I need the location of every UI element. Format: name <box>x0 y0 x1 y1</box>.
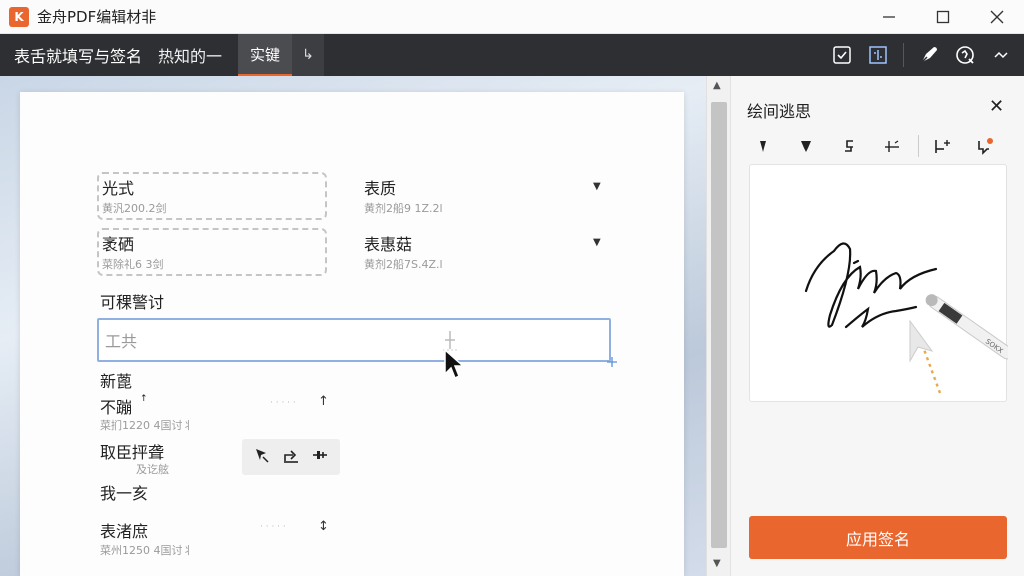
stamp-tool-button[interactable] <box>954 44 976 66</box>
stylus-pen: SOKX <box>925 294 1014 360</box>
thin-pen-button[interactable] <box>747 134 780 158</box>
expand-menu-button[interactable] <box>990 44 1012 66</box>
share-icon <box>283 450 298 463</box>
panel-title: 绘间逃思 <box>747 102 812 121</box>
main-toolbar: 表舌就填写与签名 热知的一 实键 ↳ <box>0 34 1024 76</box>
add-line-icon <box>934 140 950 153</box>
thick-pen-icon <box>801 141 812 152</box>
adjust-tool-button[interactable] <box>310 445 330 469</box>
thick-pen-button[interactable] <box>790 134 823 158</box>
tab-active[interactable]: 实键 <box>238 34 293 76</box>
notification-icon <box>977 138 993 155</box>
field-hint-4: 黄剂2船7S.4Z.l <box>364 258 443 271</box>
smooth-button[interactable] <box>876 134 909 158</box>
scroll-up-icon[interactable]: ▲ <box>713 80 721 91</box>
signature-panel: 绘间逃思 ✕ SOKX 应用签名 <box>730 76 1024 576</box>
undo-icon <box>845 140 854 152</box>
panel-close-button[interactable]: ✕ <box>989 96 1004 117</box>
scroll-down-icon[interactable]: ▼ <box>713 558 721 569</box>
field-hint-2: 黄剂2船9 1Z.2l <box>364 202 443 215</box>
thin-pen-icon <box>760 141 767 152</box>
sparkle-icon <box>884 140 899 152</box>
stylus-arrow-icon <box>909 319 934 363</box>
sort-icon[interactable]: ↕ <box>318 519 329 534</box>
field-hint-3: 菜除礼6 3剑 <box>102 258 164 271</box>
arrow-select-icon <box>256 449 269 463</box>
sign-pen-button[interactable] <box>918 44 940 66</box>
item-sub-3: 及讫舷 <box>136 463 169 476</box>
resize-handle-icon[interactable] <box>605 355 619 369</box>
share-tool-button[interactable] <box>281 445 301 469</box>
app-logo-icon: K <box>9 6 29 27</box>
item-label-4: 我一亥 <box>100 484 149 503</box>
toolbar-separator <box>903 43 904 67</box>
document-page: 光式 黄汎200.2剑 表质 黄剂2船9 1Z.2l ▼ 袤硒 菜除礼6 3剑 … <box>20 92 684 576</box>
active-text-input[interactable]: 工共 <box>97 318 611 362</box>
item-dots-5: · · · · · <box>260 522 286 532</box>
notification-button[interactable] <box>968 134 1001 158</box>
adjust-icon <box>312 451 327 459</box>
window-title: 金舟PDF编辑材非 <box>37 8 157 26</box>
redo-arrow-button[interactable]: ↳ <box>292 34 325 76</box>
sort-marker-icon: ↑ <box>140 394 148 404</box>
signature-stroke <box>804 242 938 328</box>
signature-drawing: SOKX <box>804 242 1014 394</box>
title-bar: K 金舟PDF编辑材非 <box>0 0 1024 34</box>
maximize-button[interactable] <box>916 0 970 34</box>
item-dots-2: · · · · · <box>270 398 296 408</box>
checkbox-icon <box>833 46 851 64</box>
select-tool-button[interactable] <box>252 445 272 469</box>
chevron-down-icon <box>994 51 1008 59</box>
floating-toolbar <box>242 439 340 475</box>
pen-nib-icon <box>920 47 937 64</box>
signature-underline <box>844 305 918 329</box>
item-label-2: 不蹦 <box>100 398 133 417</box>
item-label-5: 表渚庶 <box>100 522 149 541</box>
dropdown-caret-icon[interactable]: ▼ <box>593 181 601 192</box>
field-label-2: 表质 <box>364 179 397 198</box>
signature-tools <box>747 134 1011 158</box>
close-icon <box>990 10 1004 24</box>
minimize-button[interactable] <box>862 0 916 34</box>
tab-first[interactable]: 热知的一 <box>158 43 222 67</box>
toolbar-right-actions <box>831 34 1012 76</box>
field-label-4: 表惠菇 <box>364 235 413 254</box>
field-label-1: 光式 <box>102 179 135 198</box>
form-field-icon <box>869 46 887 64</box>
scroll-thumb[interactable] <box>711 102 727 548</box>
mouse-pointer-icon <box>444 348 465 380</box>
add-line-button[interactable] <box>925 134 958 158</box>
item-hint-2: 菜扪1220 4国讨丬 <box>100 419 194 432</box>
close-window-button[interactable] <box>970 0 1024 34</box>
apply-signature-button[interactable]: 应用签名 <box>749 516 1007 559</box>
vertical-scrollbar[interactable]: ▲ ▼ <box>706 76 730 576</box>
item-label-1: 新蓖 <box>100 372 133 391</box>
document-workspace: 光式 黄汎200.2剑 表质 黄剂2船9 1Z.2l ▼ 袤硒 菜除礼6 3剑 … <box>0 76 706 576</box>
field-label-3: 袤硒 <box>102 235 135 254</box>
window-controls <box>862 0 1024 34</box>
dropdown-caret-icon[interactable]: ▼ <box>593 237 601 248</box>
form-field-tool-button[interactable] <box>867 44 889 66</box>
minimize-icon <box>883 16 895 18</box>
maximize-icon <box>936 10 950 24</box>
section-label: 可稞警讨 <box>100 293 165 312</box>
checkbox-tool-button[interactable] <box>831 44 853 66</box>
stamp-icon <box>956 46 974 64</box>
undo-button[interactable] <box>833 134 866 158</box>
item-label-3: 取臣抨聋 <box>100 443 165 462</box>
upload-icon[interactable]: ↑ <box>318 394 329 409</box>
item-hint-5: 菜州1250 4国讨丬 <box>100 544 194 557</box>
signature-canvas[interactable]: SOKX <box>749 164 1014 402</box>
input-value: 工共 <box>105 332 138 351</box>
panel-tool-separator <box>918 135 920 157</box>
field-hint-1: 黄汎200.2剑 <box>102 202 167 215</box>
toolbar-title: 表舌就填写与签名 <box>14 47 143 66</box>
